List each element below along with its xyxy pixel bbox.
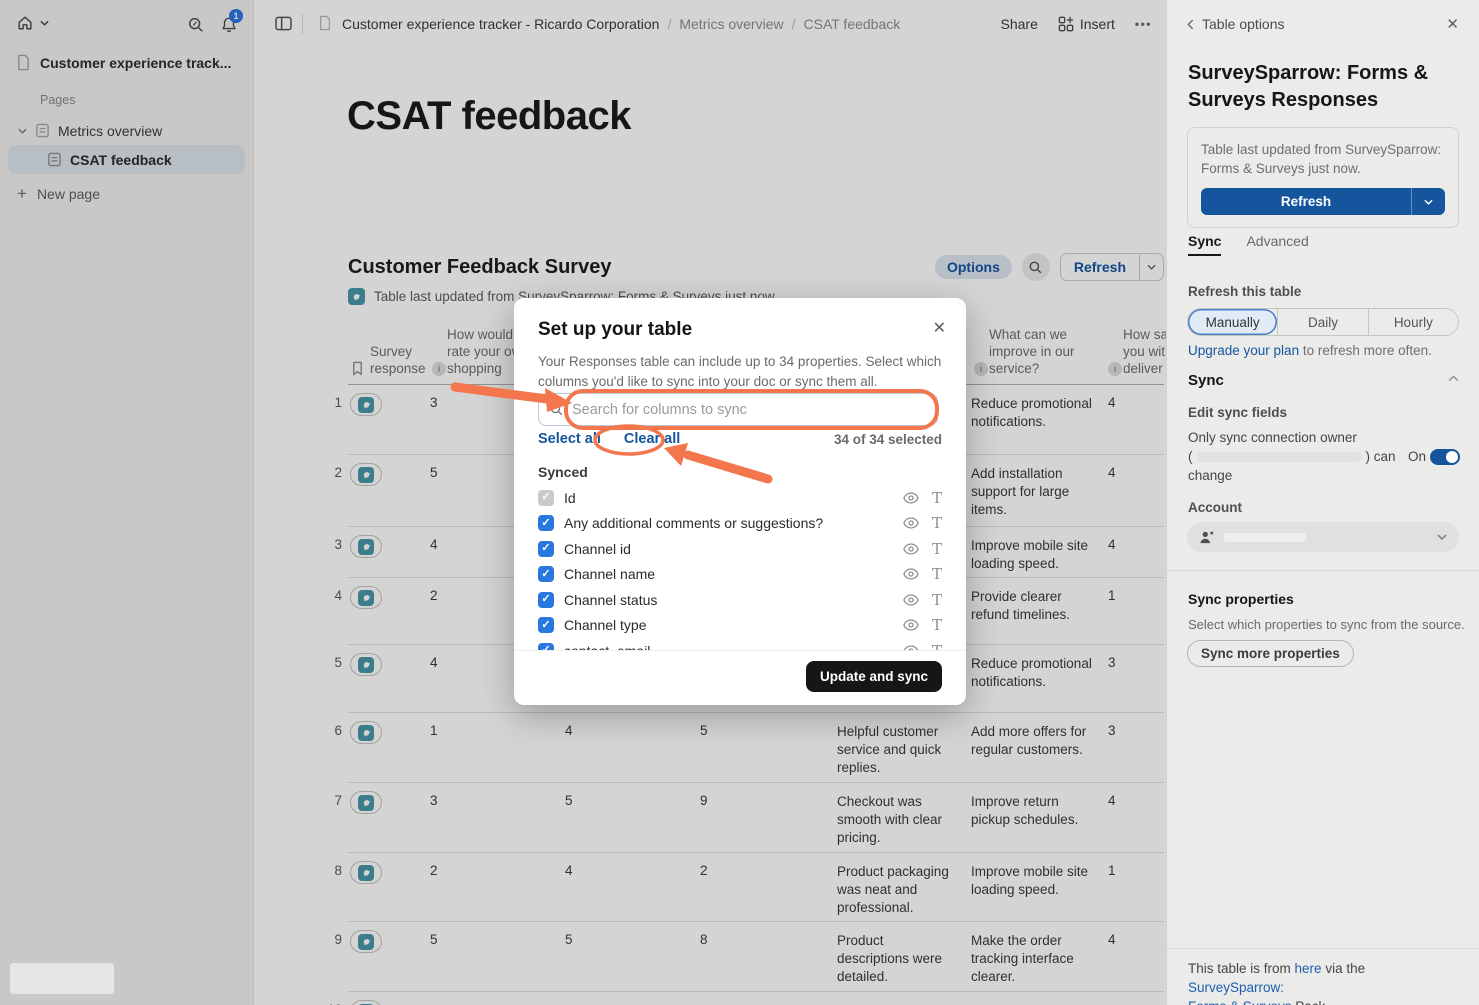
column-search-field[interactable] — [538, 393, 938, 426]
text-type-icon: T — [932, 514, 942, 532]
refresh-card: Table last updated from SurveySparrow: F… — [1187, 127, 1459, 228]
modal-description: Your Responses table can include up to 3… — [538, 352, 941, 392]
panel-header-label: Table options — [1202, 16, 1285, 32]
synced-section-label: Synced — [538, 464, 588, 480]
column-label: Any additional comments or suggestions? — [564, 515, 893, 531]
back-chevron-icon[interactable] — [1187, 19, 1194, 30]
column-checkbox[interactable]: ✓ — [538, 617, 554, 633]
text-type-icon: T — [932, 540, 942, 558]
chevron-down-icon[interactable] — [1411, 188, 1445, 215]
visibility-eye-icon[interactable] — [903, 492, 919, 504]
chevron-up-icon — [1448, 375, 1459, 382]
sync-section-label: Sync — [1188, 372, 1224, 389]
search-input[interactable] — [572, 402, 927, 418]
refresh-button[interactable]: Refresh — [1201, 188, 1445, 215]
text-type-icon: T — [932, 489, 942, 507]
visibility-eye-icon[interactable] — [903, 543, 919, 555]
redacted-account-email — [1224, 533, 1306, 542]
text-type-icon: T — [932, 591, 942, 609]
column-checkbox[interactable]: ✓ — [538, 541, 554, 557]
sync-column-row: ✓ Channel id T — [538, 536, 942, 562]
redaction-patch — [10, 963, 114, 994]
account-person-icon — [1199, 530, 1215, 544]
update-and-sync-button[interactable]: Update and sync — [806, 661, 942, 692]
segment-hourly[interactable]: Hourly — [1368, 309, 1458, 335]
refresh-frequency-segmented: Manually Daily Hourly — [1187, 308, 1459, 336]
account-select[interactable] — [1187, 522, 1459, 552]
pack-table-title: SurveySparrow: Forms & Surveys Responses — [1188, 60, 1444, 114]
visibility-eye-icon[interactable] — [903, 619, 919, 631]
app-root: 1 Customer experience track... Pages Met… — [0, 0, 1479, 1005]
tab-sync[interactable]: Sync — [1188, 233, 1221, 249]
close-icon[interactable]: ✕ — [933, 318, 946, 338]
segment-manually[interactable]: Manually — [1188, 309, 1277, 335]
tab-advanced[interactable]: Advanced — [1246, 233, 1308, 249]
pack-link-line2[interactable]: Forms & Surveys — [1188, 999, 1292, 1005]
selected-count: 34 of 34 selected — [834, 432, 942, 447]
divider — [1167, 570, 1479, 571]
sync-column-row: ✓ Channel type T — [538, 613, 942, 639]
column-label: Channel type — [564, 617, 893, 633]
owner-only-toggle[interactable] — [1430, 449, 1460, 465]
upgrade-plan-link[interactable]: Upgrade your plan — [1188, 343, 1299, 358]
modal-footer: Update and sync — [514, 650, 966, 705]
pack-link[interactable]: SurveySparrow: — [1188, 980, 1284, 995]
search-icon — [549, 402, 564, 417]
column-label: Id — [564, 490, 893, 506]
sync-column-row: ✓ Channel status T — [538, 587, 942, 613]
select-all-link[interactable]: Select all — [538, 431, 601, 447]
edit-sync-fields-label: Edit sync fields — [1188, 405, 1287, 420]
segment-daily[interactable]: Daily — [1277, 309, 1367, 335]
visibility-eye-icon[interactable] — [903, 568, 919, 580]
account-label: Account — [1188, 500, 1242, 515]
clear-all-link[interactable]: Clear all — [624, 431, 680, 447]
sync-column-row: ✓ Any additional comments or suggestions… — [538, 511, 942, 537]
chevron-down-icon — [1437, 534, 1447, 540]
column-checkbox[interactable]: ✓ — [538, 592, 554, 608]
close-icon[interactable]: ✕ — [1446, 15, 1459, 33]
sync-properties-label: Sync properties — [1188, 591, 1294, 607]
panel-tabs: Sync Advanced — [1188, 233, 1309, 249]
visibility-eye-icon[interactable] — [903, 594, 919, 606]
toggle-state-label: On — [1408, 447, 1426, 466]
column-checkbox[interactable]: ✓ — [538, 515, 554, 531]
collapse-section-button[interactable] — [1448, 375, 1459, 382]
column-label: Channel name — [564, 566, 893, 582]
sync-properties-description: Select which properties to sync from the… — [1188, 617, 1465, 632]
here-link[interactable]: here — [1295, 961, 1322, 976]
column-checkbox[interactable]: ✓ — [538, 566, 554, 582]
column-label: Channel id — [564, 541, 893, 557]
column-label: Channel status — [564, 592, 893, 608]
refresh-this-table-label: Refresh this table — [1188, 284, 1301, 299]
setup-table-modal: Set up your table ✕ Your Responses table… — [514, 298, 966, 705]
sync-column-row: ✓ Id T — [538, 485, 942, 511]
pack-attribution: This table is from here via the SurveySp… — [1167, 948, 1479, 1005]
modal-title: Set up your table — [538, 319, 692, 341]
owner-permission-setting: Only sync connection owner ( ) can On ch… — [1188, 428, 1460, 485]
sync-more-properties-button[interactable]: Sync more properties — [1187, 640, 1354, 667]
text-type-icon: T — [932, 565, 942, 583]
sync-column-row: ✓ Channel name T — [538, 562, 942, 588]
table-options-panel: Table options ✕ SurveySparrow: Forms & S… — [1166, 0, 1479, 1005]
redacted-owner-name — [1197, 452, 1362, 462]
text-type-icon: T — [932, 616, 942, 634]
visibility-eye-icon[interactable] — [903, 517, 919, 529]
column-checkbox[interactable]: ✓ — [538, 490, 554, 506]
